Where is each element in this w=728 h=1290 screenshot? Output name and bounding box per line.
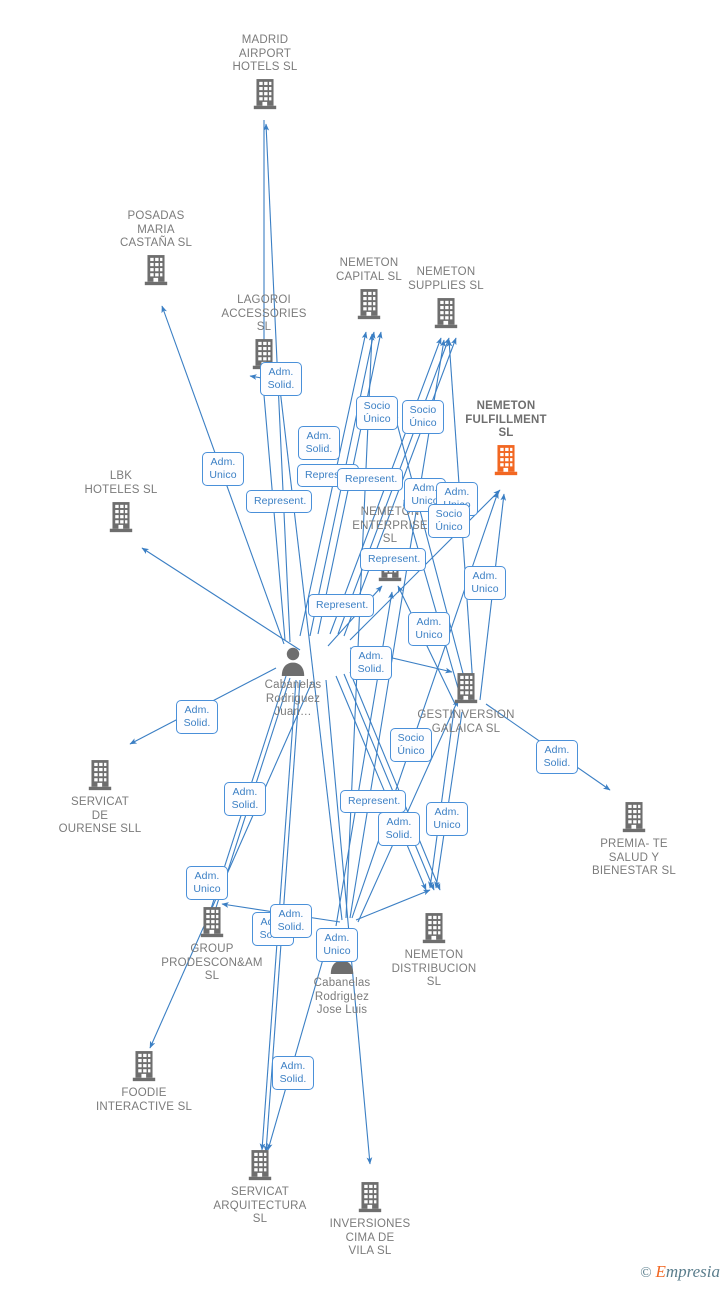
node-inversiones-cima[interactable]: INVERSIONES CIMA DE VILA SL (310, 1177, 430, 1259)
relation-tag[interactable]: Adm. Solid. (176, 700, 218, 734)
relationship-diagram: MADRID AIRPORT HOTELS SL POSADAS MARIA CA… (0, 0, 728, 1290)
node-servicat-arquitectura[interactable]: SERVICAT ARQUITECTURA SL (200, 1145, 320, 1227)
building-icon (574, 797, 694, 837)
node-posadas-maria-castana[interactable]: POSADAS MARIA CASTAÑA SL (96, 210, 216, 291)
person-icon (233, 644, 353, 678)
relation-tag[interactable]: Adm. Solid. (536, 740, 578, 774)
building-icon (61, 497, 181, 537)
relation-tag[interactable]: Represent. (360, 548, 426, 571)
building-icon (200, 1145, 320, 1185)
building-icon (310, 1177, 430, 1217)
node-label: NEMETON SUPPLIES SL (408, 266, 484, 292)
node-cabanelas-juan[interactable]: Cabanelas Rodriguez Juan… (233, 644, 353, 720)
building-icon (96, 251, 216, 291)
empresia-watermark: © Empresia (640, 1262, 720, 1282)
relation-tag[interactable]: Adm. Unico (408, 612, 450, 646)
relation-tag[interactable]: Socio Único (356, 396, 398, 430)
node-madrid-airport-hotels[interactable]: MADRID AIRPORT HOTELS SL (205, 34, 325, 115)
node-label: INVERSIONES CIMA DE VILA SL (329, 1218, 411, 1257)
node-label: PREMIA- TE SALUD Y BIENESTAR SL (592, 838, 676, 877)
edge (434, 711, 463, 889)
relation-tag[interactable]: Adm. Solid. (298, 426, 340, 460)
node-lbk-hoteles[interactable]: LBK HOTELES SL (61, 470, 181, 537)
node-servicat-de-ourense[interactable]: SERVICAT DE OURENSE SLL (40, 755, 160, 837)
relation-tag[interactable]: Adm. Solid. (272, 1056, 314, 1090)
relation-tag[interactable]: Adm. Unico (316, 928, 358, 962)
node-label: POSADAS MARIA CASTAÑA SL (119, 210, 193, 249)
relation-tag[interactable]: Adm. Solid. (378, 812, 420, 846)
relation-tag[interactable]: Adm. Solid. (270, 904, 312, 938)
relation-tag[interactable]: Adm. Unico (464, 566, 506, 600)
edge (325, 679, 373, 1165)
brand-rest: mpresia (665, 1262, 720, 1281)
node-foodie-interactive[interactable]: FOODIE INTERACTIVE SL (84, 1046, 204, 1114)
node-label: NEMETON FULFILLMENT SL (465, 400, 547, 439)
relation-tag[interactable]: Represent. (337, 468, 403, 491)
edge (141, 547, 301, 651)
relation-tag[interactable]: Represent. (308, 594, 374, 617)
node-label: SERVICAT DE OURENSE SLL (58, 796, 142, 835)
node-label: FOODIE INTERACTIVE SL (95, 1087, 193, 1113)
brand-name: Empresia (655, 1262, 720, 1281)
brand-initial: E (655, 1262, 666, 1281)
edge (428, 709, 455, 889)
relation-tag[interactable]: Adm. Unico (186, 866, 228, 900)
building-icon (374, 908, 494, 948)
relation-tag[interactable]: Socio Único (402, 400, 444, 434)
relation-tag[interactable]: Adm. Solid. (260, 362, 302, 396)
relation-tag[interactable]: Adm. Solid. (224, 782, 266, 816)
relation-tag[interactable]: Represent. (246, 490, 312, 513)
relation-tag[interactable]: Socio Único (390, 728, 432, 762)
relation-tag[interactable]: Represent. (340, 790, 406, 813)
relation-tag[interactable]: Adm. Unico (426, 802, 468, 836)
relation-tag[interactable]: Adm. Solid. (350, 646, 392, 680)
node-nemeton-distribucion[interactable]: NEMETON DISTRIBUCION SL (374, 908, 494, 990)
relation-tag[interactable]: Socio Único (428, 504, 470, 538)
node-gestinversion-galaica[interactable]: GESTINVERSION GALAICA SL (406, 668, 526, 736)
node-label: LBK HOTELES SL (84, 470, 158, 496)
node-label: SERVICAT ARQUITECTURA SL (213, 1186, 307, 1225)
node-label: Cabanelas Rodriguez Juan… (264, 679, 322, 718)
building-icon (406, 668, 526, 708)
node-label: LAGOROI ACCESSORIES SL (221, 294, 307, 333)
building-icon (40, 755, 160, 795)
edge (335, 591, 394, 927)
node-label: GROUP PRODESCON&AM SL (161, 943, 263, 982)
node-label: NEMETON DISTRIBUCION SL (391, 949, 477, 988)
node-label: MADRID AIRPORT HOTELS SL (232, 34, 298, 73)
node-nemeton-supplies[interactable]: NEMETON SUPPLIES SL (386, 266, 506, 333)
node-premia-te-salud[interactable]: PREMIA- TE SALUD Y BIENESTAR SL (574, 797, 694, 879)
building-icon (205, 75, 325, 115)
building-icon (446, 441, 566, 481)
copyright-symbol: © (640, 1265, 652, 1281)
relation-tag[interactable]: Adm. Unico (202, 452, 244, 486)
building-icon (84, 1046, 204, 1086)
node-nemeton-fulfillment[interactable]: NEMETON FULFILLMENT SL (446, 400, 566, 481)
building-icon (386, 293, 506, 333)
